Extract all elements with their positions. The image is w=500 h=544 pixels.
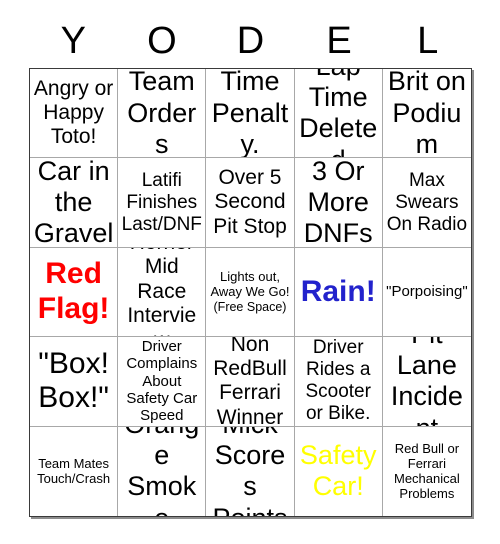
free-space-label: (Free Space) bbox=[213, 299, 287, 314]
bingo-cell-r3c5[interactable]: "Porpoising" bbox=[382, 247, 471, 338]
bingo-cell-text: Orange Smoke bbox=[124, 427, 199, 516]
bingo-cell-r3c2[interactable]: Horner Mid Race Interview bbox=[118, 247, 207, 338]
bingo-cell-r1c3[interactable]: Time Penalty. bbox=[206, 69, 295, 159]
bingo-cell-r5c1[interactable]: Team Mates Touch/Crash bbox=[30, 426, 119, 516]
bingo-cell-text: Brit on Podium bbox=[387, 69, 466, 159]
bingo-cell-text: Team Orders bbox=[127, 69, 197, 159]
bingo-header-row: Y O D E L bbox=[29, 14, 472, 68]
bingo-cell-text: Lap Time Deleted bbox=[299, 69, 378, 157]
bingo-cell-text: Over 5 Second Pit Stop bbox=[213, 166, 287, 238]
bingo-cell-text: Horner Mid Race Interview bbox=[127, 248, 197, 336]
bingo-cell-r4c3[interactable]: Non RedBull Ferrari Winner bbox=[206, 337, 295, 427]
bingo-cell-text: "Porpoising" bbox=[386, 283, 468, 301]
bingo-cell-r5c4[interactable]: Safety Car! bbox=[294, 426, 383, 516]
bingo-cell-text: 3 Or More DNFs bbox=[303, 158, 373, 248]
bingo-cell-r1c4[interactable]: Lap Time Deleted bbox=[294, 69, 383, 159]
bingo-cell-r5c5[interactable]: Red Bull or Ferrari Mechanical Problems bbox=[382, 426, 471, 516]
bingo-cell-r4c4[interactable]: Driver Rides a Scooter or Bike. bbox=[294, 337, 383, 427]
bingo-cell-r4c1[interactable]: "Box! Box!" bbox=[30, 337, 119, 427]
bingo-cell-r1c2[interactable]: Team Orders bbox=[118, 69, 207, 159]
bingo-cell-text: Car in the Gravel bbox=[33, 158, 114, 248]
bingo-cell-text: Red Flag! bbox=[37, 257, 110, 325]
header-letter-1: Y bbox=[60, 20, 86, 62]
header-letter-5: L bbox=[417, 20, 439, 62]
bingo-cell-r2c5[interactable]: Max Swears On Radio bbox=[382, 158, 471, 248]
bingo-cell-r5c2[interactable]: Orange Smoke bbox=[118, 426, 207, 516]
bingo-cell-r3c4[interactable]: Rain! bbox=[294, 247, 383, 338]
bingo-cell-r3c1[interactable]: Red Flag! bbox=[30, 247, 119, 338]
bingo-cell-text: Mick Scores Points bbox=[212, 427, 287, 516]
header-letter-3: D bbox=[236, 20, 265, 62]
bingo-card: Y O D E L Angry or Happy Toto! Team Orde… bbox=[0, 0, 500, 544]
bingo-cell-r4c2[interactable]: Driver Complains About Safety Car Speed bbox=[118, 337, 207, 427]
bingo-cell-text: Latifi Finishes Last/DNF bbox=[121, 169, 202, 235]
header-letter-4: E bbox=[326, 20, 352, 62]
bingo-cell-text: Max Swears On Radio bbox=[386, 169, 468, 235]
free-space-text: Lights out, Away We Go! bbox=[210, 268, 290, 300]
bingo-cell-text: Time Penalty. bbox=[211, 69, 289, 159]
bingo-cell-r1c1[interactable]: Angry or Happy Toto! bbox=[30, 69, 119, 159]
bingo-cell-text: Team Mates Touch/Crash bbox=[37, 456, 111, 487]
bingo-cell-text: Angry or Happy Toto! bbox=[33, 76, 114, 149]
bingo-cell-r4c5[interactable]: Pit Lane Incident bbox=[382, 337, 471, 427]
bingo-cell-r2c3[interactable]: Over 5 Second Pit Stop bbox=[206, 158, 295, 248]
bingo-cell-text: Safety Car! bbox=[299, 439, 377, 502]
bingo-cell-r2c4[interactable]: 3 Or More DNFs bbox=[294, 158, 383, 248]
bingo-cell-free-space[interactable]: Lights out, Away We Go! (Free Space) bbox=[206, 247, 295, 338]
bingo-cell-text: Driver Rides a Scooter or Bike. bbox=[305, 337, 371, 425]
bingo-cell-r2c1[interactable]: Car in the Gravel bbox=[30, 158, 119, 248]
bingo-cell-r2c2[interactable]: Latifi Finishes Last/DNF bbox=[118, 158, 207, 248]
bingo-cell-r5c3[interactable]: Mick Scores Points bbox=[206, 426, 295, 516]
bingo-cell-r1c5[interactable]: Brit on Podium bbox=[382, 69, 471, 159]
header-letter-2: O bbox=[147, 20, 177, 62]
bingo-cell-text: Driver Complains About Safety Car Speed bbox=[126, 337, 198, 425]
bingo-cell-text: Red Bull or Ferrari Mechanical Problems bbox=[394, 441, 460, 502]
bingo-cell-text: Rain! bbox=[300, 274, 376, 308]
bingo-cell-text: Pit Lane Incident bbox=[390, 337, 463, 425]
bingo-cell-text: Non RedBull Ferrari Winner bbox=[213, 337, 287, 427]
free-space-block: Lights out, Away We Go! (Free Space) bbox=[209, 269, 290, 316]
bingo-cell-text: "Box! Box!" bbox=[38, 346, 109, 415]
bingo-grid: Angry or Happy Toto! Team Orders Time Pe… bbox=[29, 68, 472, 517]
